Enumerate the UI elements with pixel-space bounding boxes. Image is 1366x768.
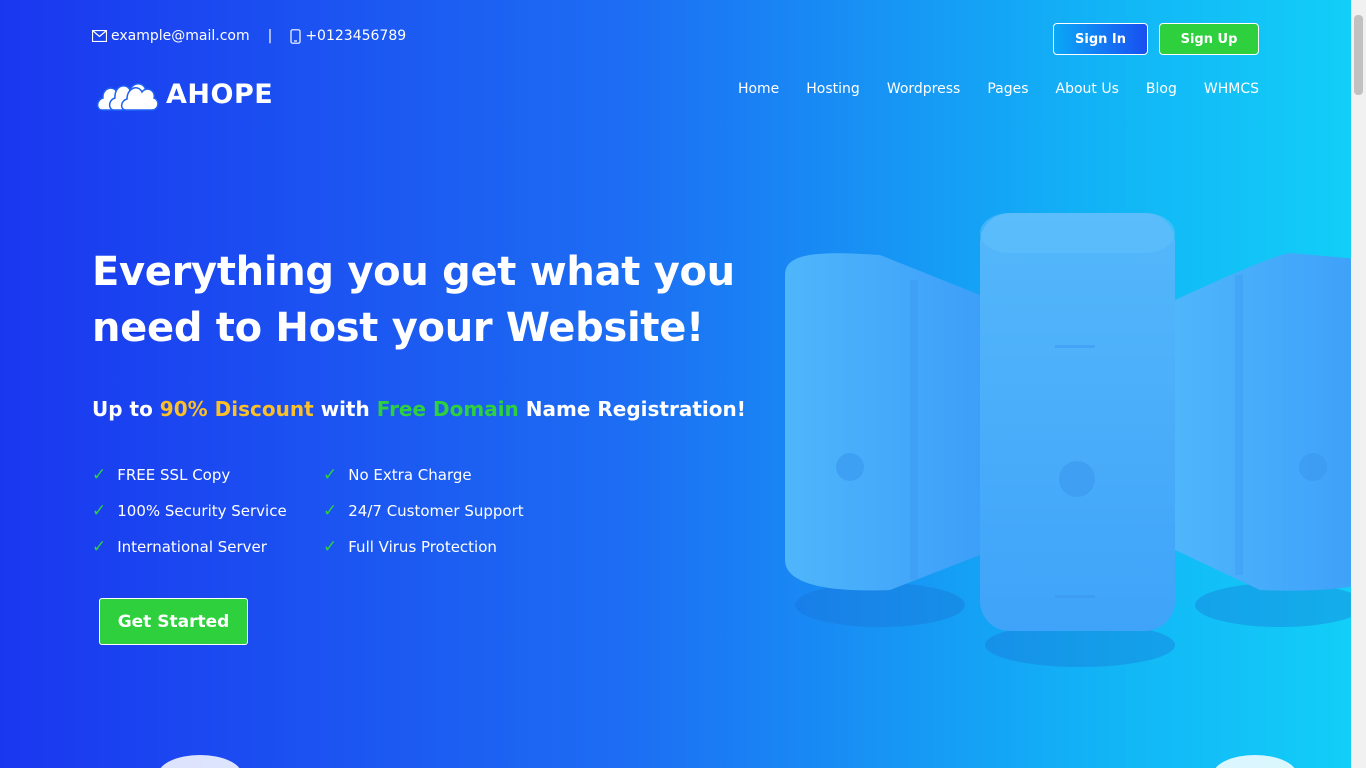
hero-title-line-1: Everything you get what you — [92, 249, 735, 295]
feature-label: FREE SSL Copy — [117, 466, 231, 484]
auth-buttons: Sign In Sign Up — [1053, 23, 1259, 55]
phone-text[interactable]: +0123456789 — [305, 28, 406, 44]
feature-label: International Server — [117, 538, 267, 556]
nav-item-home[interactable]: Home — [738, 81, 779, 97]
decorative-circle — [1213, 755, 1297, 768]
nav-item-about-us[interactable]: About Us — [1056, 81, 1119, 97]
vertical-scrollbar[interactable] — [1351, 0, 1366, 768]
sign-in-button[interactable]: Sign In — [1053, 23, 1148, 55]
check-icon: ✓ — [323, 465, 338, 485]
phone-contact[interactable]: +0123456789 — [290, 28, 406, 44]
feature-item: ✓ 24/7 Customer Support — [323, 500, 553, 522]
hero-title-line-2: need to Host your Website! — [92, 305, 704, 351]
check-icon: ✓ — [92, 537, 107, 557]
hero-subtitle: Up to 90% Discount with Free Domain Name… — [92, 397, 746, 421]
check-icon: ✓ — [92, 465, 107, 485]
subtitle-text-3: Name Registration! — [518, 397, 746, 421]
feature-label: 24/7 Customer Support — [348, 502, 524, 520]
page: example@mail.com | +0123456789 Sign In S… — [0, 0, 1351, 768]
feature-item: ✓ FREE SSL Copy — [92, 464, 323, 486]
logo[interactable]: AHOPE — [96, 72, 273, 116]
feature-label: Full Virus Protection — [348, 538, 497, 556]
email-contact[interactable]: example@mail.com — [92, 28, 250, 44]
nav-item-whmcs[interactable]: WHMCS — [1204, 81, 1259, 97]
free-domain-highlight: Free Domain — [376, 397, 519, 421]
nav-item-blog[interactable]: Blog — [1146, 81, 1177, 97]
check-icon: ✓ — [323, 537, 338, 557]
feature-label: 100% Security Service — [117, 502, 287, 520]
main-nav: Home Hosting Wordpress Pages About Us Bl… — [738, 81, 1259, 97]
server-illustration — [770, 205, 1351, 685]
feature-item: ✓ 100% Security Service — [92, 500, 323, 522]
feature-item: ✓ Full Virus Protection — [323, 536, 553, 558]
sign-up-button[interactable]: Sign Up — [1159, 23, 1259, 55]
feature-list: ✓ FREE SSL Copy ✓ No Extra Charge ✓ 100% Se… — [92, 464, 553, 558]
cloud-icon — [96, 72, 160, 116]
scrollbar-thumb[interactable] — [1354, 15, 1363, 95]
feature-label: No Extra Charge — [348, 466, 472, 484]
email-text[interactable]: example@mail.com — [111, 28, 250, 44]
contact-separator: | — [267, 28, 273, 44]
nav-item-pages[interactable]: Pages — [987, 81, 1028, 97]
discount-highlight: 90% Discount — [159, 397, 314, 421]
subtitle-text-2: with — [313, 397, 377, 421]
decorative-circle — [158, 755, 242, 768]
hero-title: Everything you get what you need to Host… — [92, 244, 752, 356]
check-icon: ✓ — [92, 501, 107, 521]
feature-item: ✓ No Extra Charge — [323, 464, 553, 486]
nav-item-wordpress[interactable]: Wordpress — [887, 81, 961, 97]
contact-bar: example@mail.com | +0123456789 — [92, 28, 406, 44]
get-started-button[interactable]: Get Started — [99, 598, 248, 645]
subtitle-text-1: Up to — [92, 397, 160, 421]
logo-text: AHOPE — [166, 78, 274, 110]
phone-icon — [290, 28, 301, 44]
mail-icon — [92, 30, 107, 42]
nav-item-hosting[interactable]: Hosting — [806, 81, 860, 97]
feature-item: ✓ International Server — [92, 536, 323, 558]
check-icon: ✓ — [323, 501, 338, 521]
